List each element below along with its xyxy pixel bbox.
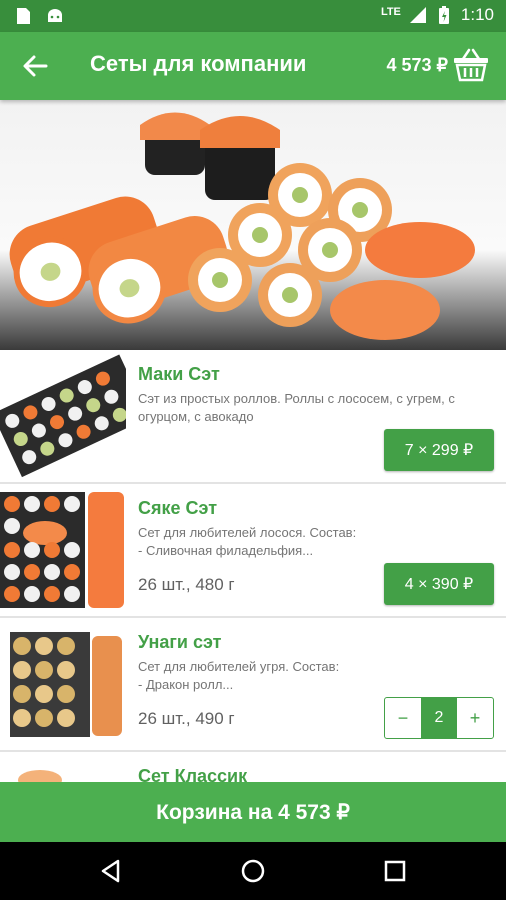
sd-card-icon	[17, 8, 30, 24]
product-description: Сэт из простых роллов. Роллы с лососем, …	[138, 391, 455, 424]
product-image	[0, 354, 126, 478]
product-name: Сяке Сэт	[138, 498, 218, 518]
add-to-cart-button[interactable]: 7 × 299 ₽	[384, 429, 494, 471]
cart-button[interactable]: Корзина на 4 573 ₽	[0, 782, 506, 842]
product-description: Сет для любителей угря. Состав: - Дракон…	[138, 659, 340, 692]
network-label: LTE	[380, 6, 401, 18]
back-nav-icon[interactable]	[98, 858, 124, 884]
list-item[interactable]: Сяке Сэт Сет для любителей лосося. Соста…	[0, 484, 506, 618]
list-item[interactable]: Сет Классик	[0, 752, 506, 782]
product-meta: 26 шт., 490 г	[138, 709, 235, 728]
navigation-bar	[0, 842, 506, 900]
product-list: Маки Сэт Сэт из простых роллов. Роллы с …	[0, 350, 506, 782]
quantity-value: 2	[421, 698, 457, 738]
back-arrow-icon[interactable]	[18, 50, 52, 82]
battery-icon	[438, 6, 449, 24]
basket-icon[interactable]	[452, 46, 490, 84]
product-meta: 26 шт., 480 г	[138, 575, 235, 594]
status-time: 1:10	[460, 5, 494, 24]
product-image	[0, 622, 126, 746]
cart-total: 4 573 ₽	[386, 55, 449, 75]
product-description: Сет для любителей лосося. Состав: - Слив…	[138, 525, 357, 558]
quantity-stepper: − 2 +	[384, 697, 494, 739]
product-image	[0, 756, 126, 782]
product-name: Унаги сэт	[138, 632, 222, 652]
add-to-cart-button[interactable]: 4 × 390 ₽	[384, 563, 494, 605]
increase-button[interactable]: +	[457, 698, 493, 738]
android-icon	[48, 9, 62, 22]
product-name: Маки Сэт	[138, 364, 220, 384]
page-title: Сеты для компании	[90, 51, 307, 76]
recents-nav-icon[interactable]	[382, 858, 408, 884]
product-name: Сет Классик	[138, 766, 248, 782]
toolbar: Сеты для компании 4 573 ₽	[0, 32, 506, 100]
hero-image	[0, 100, 506, 350]
decrease-button[interactable]: −	[385, 698, 421, 738]
list-item[interactable]: Унаги сэт Сет для любителей угря. Состав…	[0, 618, 506, 752]
list-item[interactable]: Маки Сэт Сэт из простых роллов. Роллы с …	[0, 350, 506, 484]
sushi-illustration	[9, 112, 475, 340]
signal-icon	[409, 7, 426, 23]
product-image	[0, 488, 126, 612]
status-bar: LTE 1:10	[0, 0, 506, 32]
home-nav-icon[interactable]	[240, 858, 266, 884]
